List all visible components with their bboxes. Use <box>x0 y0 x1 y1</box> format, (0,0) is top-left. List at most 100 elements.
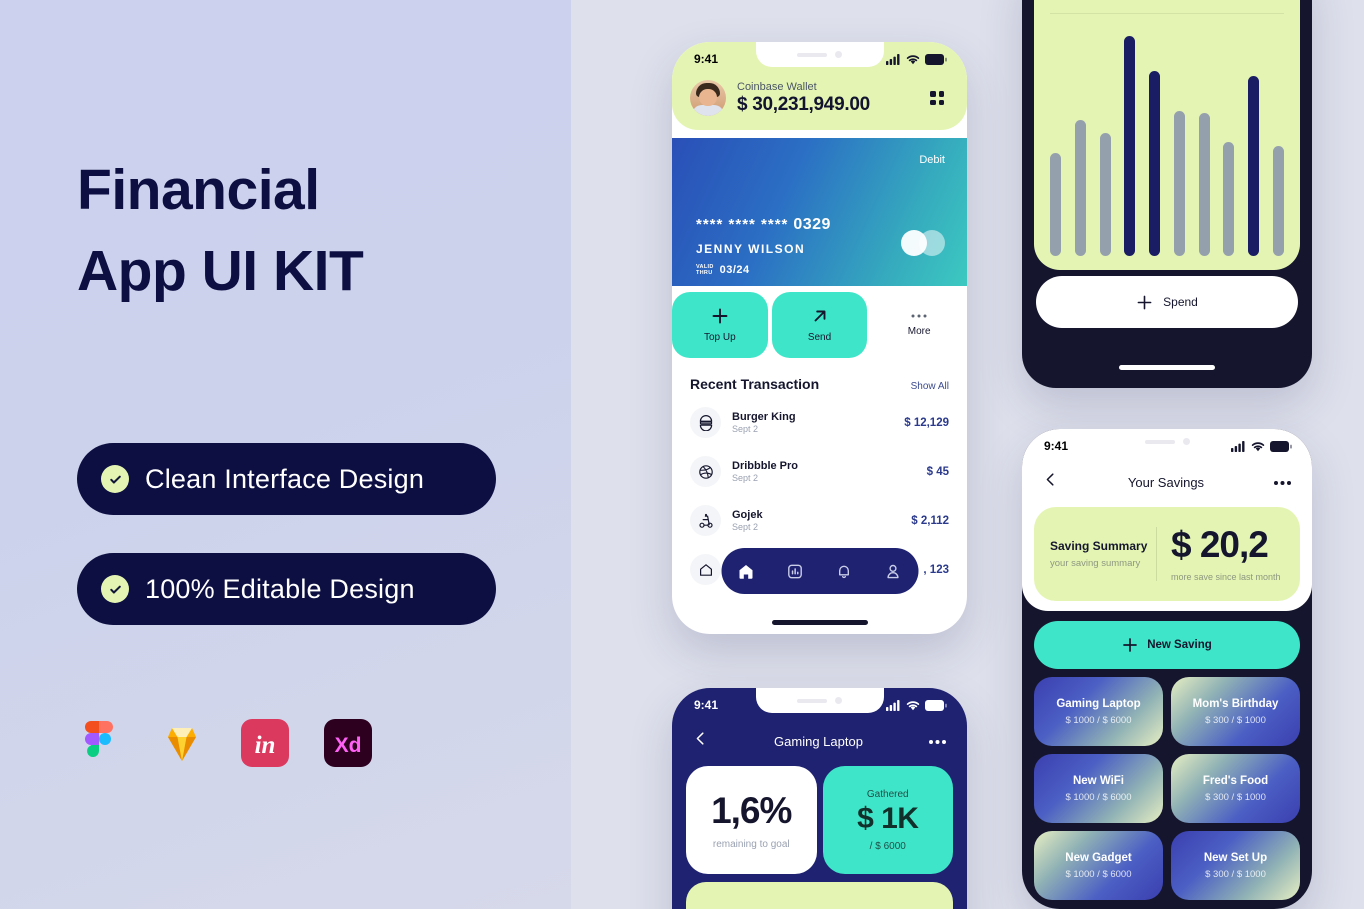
savings-goal-card[interactable]: Gaming Laptop $ 1000 / $ 6000 <box>1034 677 1163 746</box>
chart-bar <box>1099 132 1111 256</box>
check-circle-icon <box>101 465 129 493</box>
status-icons <box>1231 440 1292 452</box>
battery-icon <box>925 699 947 711</box>
send-button[interactable]: Send <box>771 292 868 358</box>
phone-body: 9:41 Your Savings Saving Summary your sa… <box>1022 429 1312 909</box>
plus-icon <box>1137 295 1152 309</box>
notch <box>755 688 884 713</box>
phone-wallet-screen: 9:41 Coinbase Wallet $ 30,231,949.00 Deb… <box>672 42 967 634</box>
overflow-menu-button[interactable] <box>1273 473 1292 491</box>
card-valid-label: VALID THRU <box>696 264 714 277</box>
nav-person-icon[interactable] <box>880 558 906 584</box>
transaction-date: Sept 2 <box>732 424 759 434</box>
plus-icon <box>1123 638 1138 652</box>
feature-badge-editable: 100% Editable Design <box>77 553 496 625</box>
daily-saving-bar-chart <box>1050 36 1284 256</box>
svg-text:Xd: Xd <box>335 734 362 757</box>
more-button[interactable]: More <box>871 292 967 358</box>
savings-goal-card[interactable]: New Gadget $ 1000 / $ 6000 <box>1034 831 1163 900</box>
spend-button[interactable]: Spend <box>1036 276 1298 328</box>
battery-icon <box>1270 440 1292 452</box>
goal-detail-panel <box>686 882 953 909</box>
daily-saving-card: Daily Saving Showing Big Three <box>1034 0 1300 270</box>
nav-home-icon[interactable] <box>733 558 759 584</box>
savings-goal-progress: $ 1000 / $ 6000 <box>1065 714 1132 726</box>
goal-gathered-amount: $ 1K <box>857 801 919 835</box>
ellipsis-icon <box>1274 481 1291 485</box>
nav-chart-icon[interactable] <box>782 558 808 584</box>
show-all-link[interactable]: Show All <box>911 381 949 392</box>
more-label: More <box>907 326 931 337</box>
savings-goal-progress: $ 300 / $ 1000 <box>1205 791 1266 803</box>
chart-bar <box>1272 146 1284 256</box>
savings-goal-card[interactable]: New WiFi $ 1000 / $ 6000 <box>1034 754 1163 823</box>
phone-body: 9:41 Coinbase Wallet $ 30,231,949.00 Deb… <box>672 42 967 634</box>
battery-icon <box>925 53 947 65</box>
nav-bell-icon[interactable] <box>831 558 857 584</box>
wallet-account-row[interactable]: Coinbase Wallet $ 30,231,949.00 <box>672 76 967 116</box>
hero-panel: Financial App UI KIT Clean Interface Des… <box>0 0 571 909</box>
goal-stats-row: 1,6% remaining to goal Gathered $ 1K / $… <box>672 766 967 874</box>
ellipsis-icon <box>929 740 946 744</box>
saving-summary-card: Saving Summary your saving summary $ 20,… <box>1034 507 1300 601</box>
card-valid-thru: VALID THRU 03/24 <box>696 264 750 277</box>
card-last-four: 0329 <box>793 216 831 233</box>
savings-goal-title: New Set Up <box>1203 851 1268 864</box>
goal-percent-value: 1,6% <box>711 790 792 831</box>
phone-daily-saving-screen: Daily Saving Showing Big Three Spend <box>1022 0 1312 388</box>
spend-label: Spend <box>1163 295 1198 309</box>
home-icon <box>690 554 721 585</box>
chart-bar <box>1124 36 1136 256</box>
back-button[interactable] <box>692 730 709 752</box>
phone-body: Daily Saving Showing Big Three Spend <box>1022 0 1312 388</box>
back-button[interactable] <box>1042 471 1059 493</box>
chevron-left-icon <box>696 732 704 745</box>
overflow-menu-button[interactable] <box>928 732 947 750</box>
ellipsis-icon <box>911 314 927 318</box>
phone-goal-detail-screen: 9:41 Gaming Laptop 1,6% remaining to goa… <box>672 688 967 909</box>
signal-icon <box>1231 440 1245 452</box>
table-row[interactable]: Gojek Sept 2 $ 2,112 <box>690 496 949 545</box>
card-network-mark-icon <box>901 230 945 256</box>
your-savings-navbar: Your Savings <box>1022 463 1312 497</box>
grid-menu-icon[interactable] <box>923 84 951 112</box>
page-title: Financial App UI KIT <box>77 150 547 312</box>
transaction-date: Sept 2 <box>732 473 759 483</box>
card-number-masked: **** **** **** <box>696 216 789 233</box>
savings-goal-card[interactable]: New Set Up $ 300 / $ 1000 <box>1171 831 1300 900</box>
transaction-amount: $ 12,129 <box>904 416 949 429</box>
status-time: 9:41 <box>694 52 719 66</box>
savings-goal-progress: $ 1000 / $ 6000 <box>1065 868 1132 880</box>
feature-badge-clean-interface: Clean Interface Design <box>77 443 496 515</box>
wallet-account-name: Coinbase Wallet <box>737 80 817 93</box>
figma-logo-icon <box>73 717 125 769</box>
feature-badge-label: Clean Interface Design <box>145 463 425 494</box>
savings-goal-title: Gaming Laptop <box>1056 697 1141 710</box>
goal-percent-label: remaining to goal <box>712 839 790 850</box>
new-saving-button[interactable]: New Saving <box>1034 621 1300 669</box>
chart-bar <box>1149 71 1161 256</box>
your-savings-top: 9:41 Your Savings Saving Summary your sa… <box>1022 429 1312 611</box>
savings-goal-title: Mom's Birthday <box>1192 697 1279 710</box>
adobe-xd-logo-icon: Xd <box>322 717 374 769</box>
signal-icon <box>886 699 900 711</box>
transaction-info: Gojek Sept 2 <box>732 509 900 532</box>
notch <box>1103 429 1231 454</box>
table-row[interactable]: Dribbble Pro Sept 2 $ 45 <box>690 447 949 496</box>
page-title: Your Savings <box>1127 474 1205 490</box>
saving-summary-subtitle: your saving summary <box>1050 558 1141 569</box>
transaction-amount: $ 2,112 <box>911 514 949 527</box>
wallet-balance: $ 30,231,949.00 <box>737 93 870 115</box>
wallet-account-text: Coinbase Wallet $ 30,231,949.00 <box>737 81 912 116</box>
debit-card[interactable]: Debit **** **** **** 0329 JENNY WILSON V… <box>672 138 967 286</box>
saving-summary-left: Saving Summary your saving summary <box>1034 539 1156 569</box>
savings-goal-title: New WiFi <box>1072 774 1124 787</box>
top-up-button[interactable]: Top Up <box>672 292 768 358</box>
status-icons <box>886 699 947 711</box>
bottom-navigation-bar[interactable] <box>721 548 918 594</box>
savings-goal-card[interactable]: Mom's Birthday $ 300 / $ 1000 <box>1171 677 1300 746</box>
card-number: **** **** **** 0329 <box>696 216 831 234</box>
table-row[interactable]: Burger King Sept 2 $ 12,129 <box>690 398 949 447</box>
signal-icon <box>886 53 900 65</box>
savings-goal-card[interactable]: Fred's Food $ 300 / $ 1000 <box>1171 754 1300 823</box>
